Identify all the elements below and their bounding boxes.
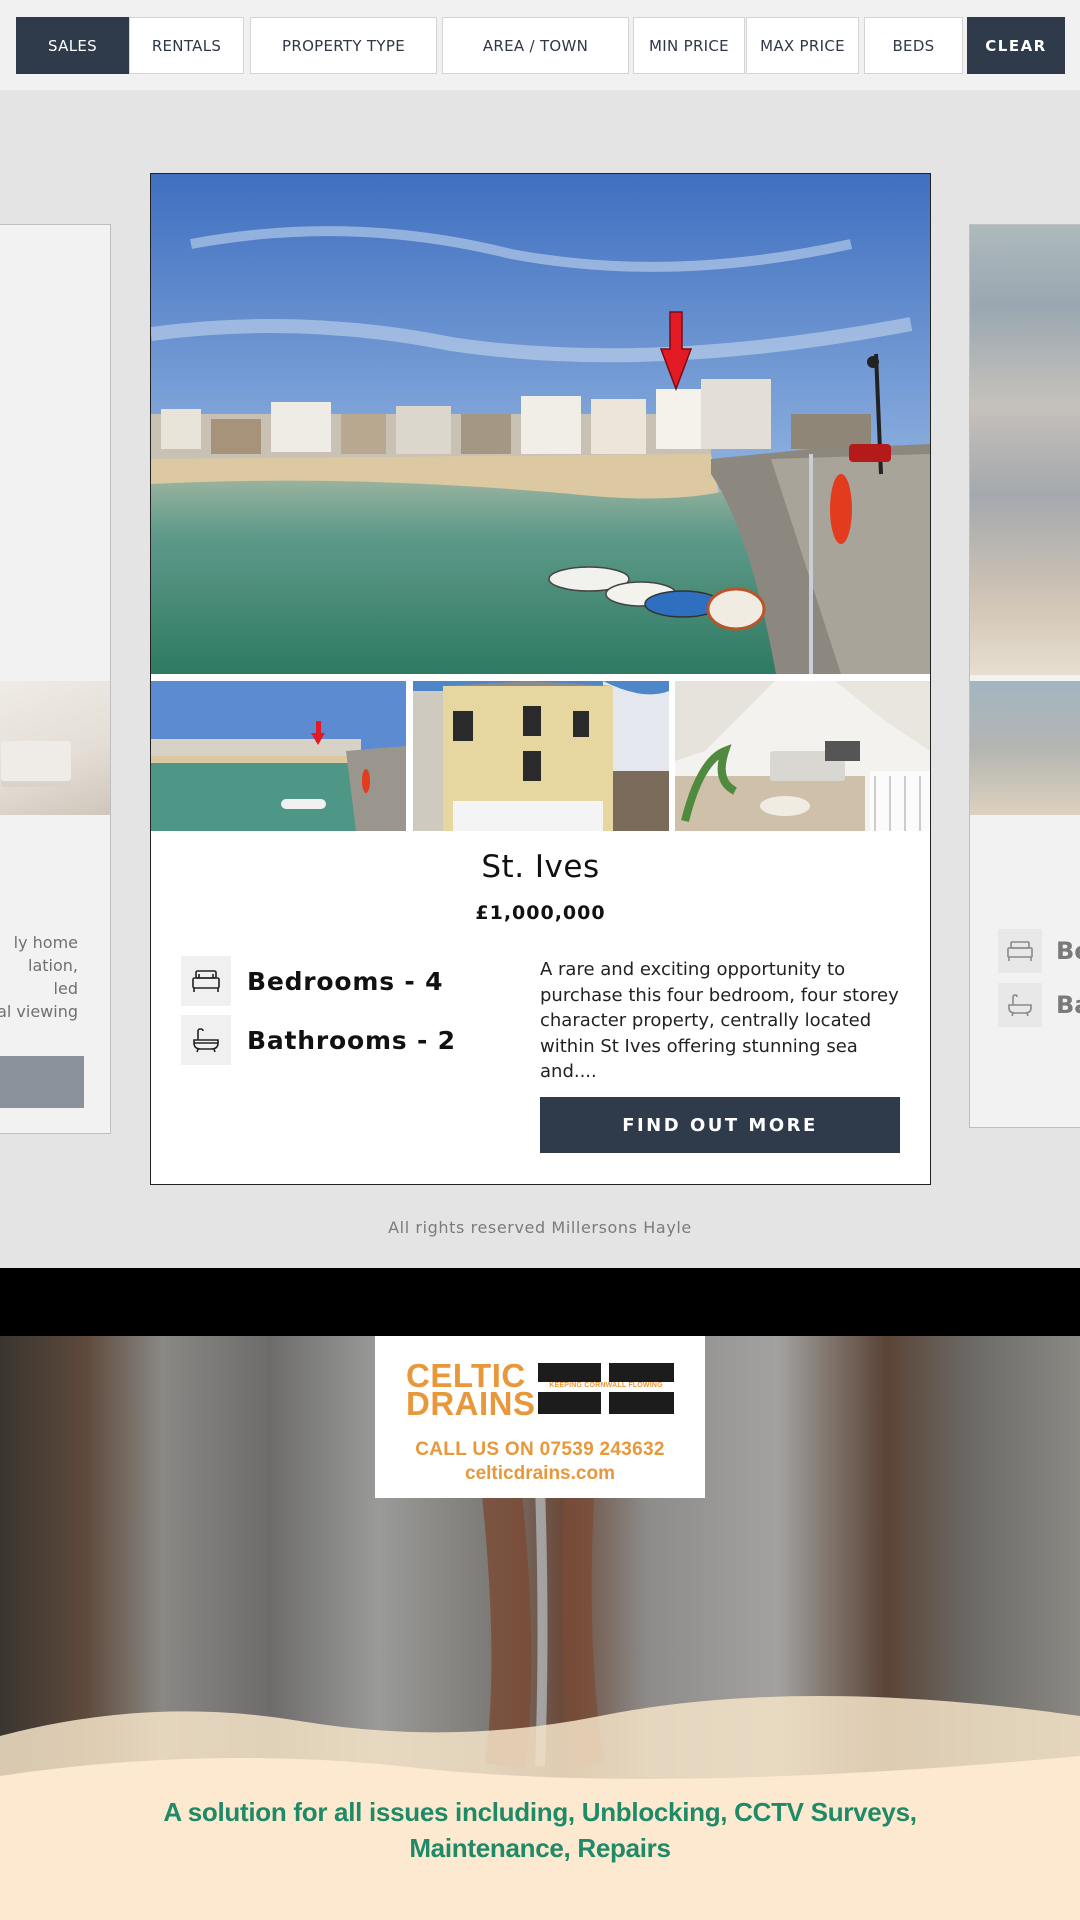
previous-property-description: ly home lation, led al viewing <box>0 933 78 1021</box>
next-property-bathrooms: Ba <box>998 983 1080 1027</box>
filter-rentals[interactable]: Rentals <box>129 17 244 74</box>
ad-tagline: A solution for all issues including, Unb… <box>163 1797 917 1863</box>
previous-property-button[interactable] <box>0 1056 84 1108</box>
next-property-card[interactable]: Be Ba <box>969 224 1080 1128</box>
bathrooms-feature: Bathrooms - 2 <box>181 1015 456 1065</box>
previous-property-card[interactable]: ly home lation, led al viewing <box>0 224 111 1134</box>
next-property-thumbnail <box>970 681 1080 815</box>
find-out-more-button[interactable]: FIND OUT MORE <box>540 1097 900 1153</box>
gallery-thumbnail-facade[interactable] <box>413 681 669 831</box>
filter-min-price[interactable]: Min Price <box>633 17 745 74</box>
ad-phone-number: CALL US ON 07539 243632 <box>415 1439 665 1460</box>
bath-icon <box>181 1015 231 1065</box>
bathrooms-label: Bathrooms - 2 <box>247 1025 456 1055</box>
celtic-drains-logo: CELTIC DRAINS KEEPING CORNWALL FLOWING C… <box>375 1336 705 1498</box>
filter-property-type[interactable]: Property Type <box>250 17 437 74</box>
gallery-thumbnail-interior[interactable] <box>675 681 930 831</box>
filter-sales[interactable]: Sales <box>16 17 129 74</box>
gallery-thumbnail-harbour[interactable] <box>151 681 406 831</box>
filter-bar: Sales Rentals Property Type Area / Town … <box>0 0 1080 90</box>
ad-website: celticdrains.com <box>465 1463 615 1484</box>
property-card: St. Ives £1,000,000 Bedrooms - 4 Bathroo… <box>150 173 931 1185</box>
filter-beds[interactable]: Beds <box>864 17 963 74</box>
clear-button[interactable]: CLEAR <box>967 17 1065 74</box>
property-hero-image[interactable] <box>151 174 930 674</box>
bedrooms-feature: Bedrooms - 4 <box>181 956 443 1006</box>
bed-icon <box>998 929 1042 973</box>
property-description: A rare and exciting opportunity to purch… <box>540 959 899 1082</box>
next-property-bedrooms: Be <box>998 929 1080 973</box>
filter-max-price[interactable]: Max Price <box>746 17 859 74</box>
celtic-drains-advert[interactable]: CELTIC DRAINS KEEPING CORNWALL FLOWING C… <box>0 1336 1080 1920</box>
copyright-text: All rights reserved Millersons Hayle <box>388 1218 692 1237</box>
ad-top-strip <box>0 1268 1080 1336</box>
filter-area-town[interactable]: Area / Town <box>442 17 629 74</box>
bath-icon <box>998 983 1042 1027</box>
bedrooms-label: Bedrooms - 4 <box>247 966 444 996</box>
bed-icon <box>181 956 231 1006</box>
next-property-image <box>970 225 1080 675</box>
previous-property-thumbnail <box>0 681 110 815</box>
property-price: £1,000,000 <box>475 902 606 924</box>
property-title: St. Ives <box>481 849 600 885</box>
